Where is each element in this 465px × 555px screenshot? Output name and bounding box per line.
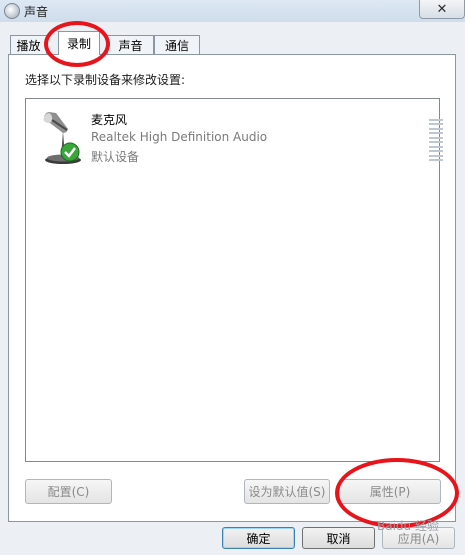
tab-sounds-label: 声音 (118, 38, 143, 53)
green-check-icon (60, 142, 80, 162)
ok-button-label: 确定 (246, 531, 271, 546)
cancel-button-label: 取消 (326, 531, 351, 546)
tab-playback[interactable]: 播放 (10, 35, 47, 54)
set-default-button-label: 设为默认值(S) (248, 485, 326, 499)
title-bar: 声音 ✕ (0, 0, 465, 22)
level-meter (429, 119, 443, 161)
speaker-app-icon (4, 3, 20, 19)
close-icon: ✕ (436, 1, 448, 17)
cancel-button[interactable]: 取消 (302, 527, 375, 549)
tab-recording-label: 录制 (66, 37, 91, 51)
baidu-watermark: Baidu 经验 (377, 519, 439, 533)
device-status: 默认设备 (91, 150, 140, 164)
tab-recording[interactable]: 录制 (58, 31, 100, 55)
tab-playback-label: 播放 (16, 38, 41, 53)
device-list[interactable]: 麦克风 Realtek High Definition Audio 默认设备 (25, 98, 443, 462)
tab-sounds[interactable]: 声音 (107, 35, 154, 54)
tab-communications-label: 通信 (164, 38, 189, 53)
properties-button-label: 属性(P) (369, 485, 411, 499)
configure-button[interactable]: 配置(C) (25, 479, 112, 504)
device-name: 麦克风 (91, 113, 128, 127)
set-default-button[interactable]: 设为默认值(S) (244, 479, 330, 504)
sound-dialog: 声音 ✕ 播放 录制 声音 通信 选择以下录制设备来修改设置: 麦克风 Real… (0, 0, 465, 555)
tab-communications[interactable]: 通信 (154, 35, 200, 54)
properties-button[interactable]: 属性(P) (339, 479, 441, 504)
device-item-microphone[interactable]: 麦克风 Realtek High Definition Audio 默认设备 (40, 109, 443, 169)
close-button[interactable]: ✕ (419, 0, 465, 19)
ok-button[interactable]: 确定 (222, 527, 295, 549)
recording-panel: 选择以下录制设备来修改设置: 麦克风 Realtek High Definiti… (8, 54, 456, 522)
configure-button-label: 配置(C) (47, 485, 90, 499)
window-title: 声音 (24, 5, 49, 19)
instruction-text: 选择以下录制设备来修改设置: (25, 73, 186, 87)
device-description: Realtek High Definition Audio (91, 130, 268, 144)
